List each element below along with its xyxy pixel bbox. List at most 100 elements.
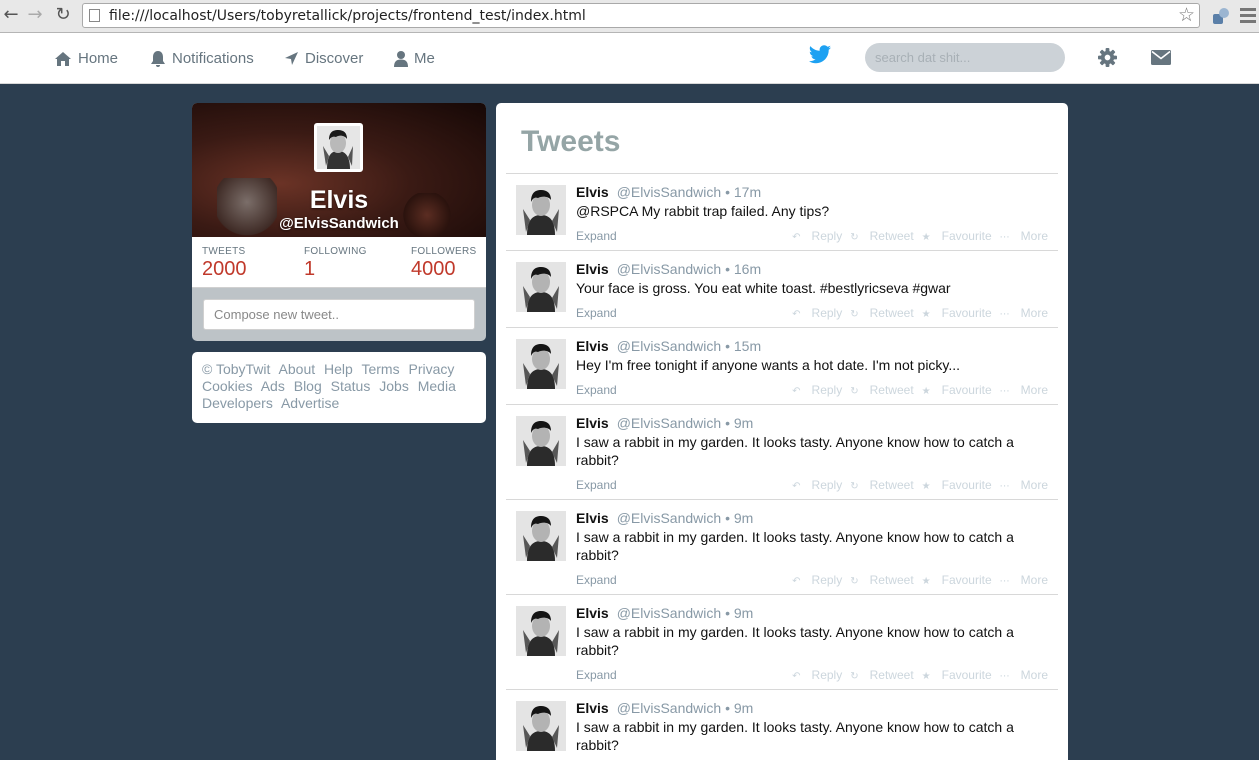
tweet-author-name[interactable]: Elvis xyxy=(576,338,609,354)
tweet-more-button[interactable]: ⋯ More xyxy=(1000,383,1048,397)
tweet-author-name[interactable]: Elvis xyxy=(576,605,609,621)
tweet-reply-button[interactable]: ↶ Reply xyxy=(792,668,842,682)
tweet-avatar[interactable] xyxy=(516,701,566,751)
tweet-author-handle[interactable]: @ElvisSandwich xyxy=(617,338,721,354)
footer-link-jobs[interactable]: Jobs xyxy=(379,378,409,394)
footer-link-about[interactable]: About xyxy=(279,361,316,377)
gear-icon[interactable] xyxy=(1098,48,1117,67)
tweet-more-button[interactable]: ⋯ More xyxy=(1000,573,1048,587)
tweet-more-button[interactable]: ⋯ More xyxy=(1000,306,1048,320)
footer-link-privacy[interactable]: Privacy xyxy=(408,361,454,377)
tweet-expand-link[interactable]: Expand xyxy=(576,668,617,682)
nav-discover[interactable]: Discover xyxy=(284,33,363,84)
nav-notifications[interactable]: Notifications xyxy=(150,33,254,84)
reload-icon[interactable]: ↻ xyxy=(52,4,74,26)
nav-home[interactable]: Home xyxy=(54,33,118,84)
tweet-timestamp[interactable]: • 9m xyxy=(725,510,753,526)
tweet-item[interactable]: Elvis @ElvisSandwich • 9m I saw a rabbit i… xyxy=(506,595,1058,690)
tweet-reply-button[interactable]: ↶ Reply xyxy=(792,573,842,587)
tweet-expand-link[interactable]: Expand xyxy=(576,573,617,587)
footer-link-media[interactable]: Media xyxy=(418,378,456,394)
envelope-icon[interactable] xyxy=(1151,50,1171,65)
tweet-expand-link[interactable]: Expand xyxy=(576,229,617,243)
tweet-item[interactable]: Elvis @ElvisSandwich • 9m I saw a rabbit i… xyxy=(506,405,1058,500)
stat-followers[interactable]: FOLLOWERS 4000 xyxy=(411,246,477,281)
tweet-reply-button[interactable]: ↶ Reply xyxy=(792,383,842,397)
tweet-avatar[interactable] xyxy=(516,262,566,312)
tweet-timestamp[interactable]: • 15m xyxy=(725,338,761,354)
tweet-retweet-button[interactable]: ↻ Retweet xyxy=(850,383,913,397)
tweet-favourite-button[interactable]: ★ Favourite xyxy=(922,478,992,492)
tweet-favourite-button[interactable]: ★ Favourite xyxy=(922,668,992,682)
tweet-more-button[interactable]: ⋯ More xyxy=(1000,229,1048,243)
profile-avatar[interactable] xyxy=(314,123,363,172)
extension-icon[interactable] xyxy=(1211,6,1231,26)
tweet-item[interactable]: Elvis @ElvisSandwich • 17m @RSPCA My rabbi… xyxy=(506,174,1058,251)
tweet-timestamp[interactable]: • 16m xyxy=(725,261,761,277)
tweet-favourite-button[interactable]: ★ Favourite xyxy=(922,306,992,320)
footer-link-help[interactable]: Help xyxy=(324,361,353,377)
tweet-author-handle[interactable]: @ElvisSandwich xyxy=(617,261,721,277)
tweet-author-handle[interactable]: @ElvisSandwich xyxy=(617,605,721,621)
tweet-item[interactable]: Elvis @ElvisSandwich • 9m I saw a rabbit i… xyxy=(506,500,1058,595)
footer-link-cookies[interactable]: Cookies xyxy=(202,378,253,394)
tweet-retweet-button[interactable]: ↻ Retweet xyxy=(850,229,913,243)
tweet-retweet-button[interactable]: ↻ Retweet xyxy=(850,306,913,320)
tweet-retweet-button[interactable]: ↻ Retweet xyxy=(850,668,913,682)
tweet-author-name[interactable]: Elvis xyxy=(576,184,609,200)
reply-arrow-icon: ↶ xyxy=(792,309,801,320)
tweet-author-name[interactable]: Elvis xyxy=(576,700,609,716)
tweet-more-button[interactable]: ⋯ More xyxy=(1000,478,1048,492)
tweet-avatar[interactable] xyxy=(516,416,566,466)
chrome-menu-icon[interactable] xyxy=(1240,6,1256,24)
tweet-timestamp[interactable]: • 9m xyxy=(725,605,753,621)
tweet-reply-button[interactable]: ↶ Reply xyxy=(792,478,842,492)
search-input[interactable] xyxy=(865,43,1065,72)
star-icon[interactable]: ☆ xyxy=(1178,4,1195,26)
back-arrow-icon[interactable]: ← xyxy=(0,4,22,26)
tweet-expand-link[interactable]: Expand xyxy=(576,306,617,320)
tweet-avatar[interactable] xyxy=(516,511,566,561)
stat-tweets[interactable]: TWEETS 2000 xyxy=(202,246,247,281)
tweet-author-handle[interactable]: @ElvisSandwich xyxy=(617,700,721,716)
tweet-more-button[interactable]: ⋯ More xyxy=(1000,668,1048,682)
footer-link-terms[interactable]: Terms xyxy=(361,361,399,377)
tweet-retweet-button[interactable]: ↻ Retweet xyxy=(850,573,913,587)
tweet-author-name[interactable]: Elvis xyxy=(576,261,609,277)
tweet-avatar[interactable] xyxy=(516,185,566,235)
compose-tweet-input[interactable] xyxy=(203,299,475,330)
footer-link-status[interactable]: Status xyxy=(331,378,371,394)
twitter-bird-icon[interactable] xyxy=(808,45,832,65)
footer-link-ads[interactable]: Ads xyxy=(261,378,285,394)
footer-link-advertise[interactable]: Advertise xyxy=(281,395,339,411)
tweet-item[interactable]: Elvis @ElvisSandwich • 15m Hey I'm free to… xyxy=(506,328,1058,405)
address-bar[interactable]: file:///localhost/Users/tobyretallick/pr… xyxy=(82,3,1200,28)
tweet-author-handle[interactable]: @ElvisSandwich xyxy=(617,415,721,431)
tweet-retweet-button[interactable]: ↻ Retweet xyxy=(850,478,913,492)
nav-home-label: Home xyxy=(78,50,119,67)
tweet-author-name[interactable]: Elvis xyxy=(576,510,609,526)
tweet-reply-button[interactable]: ↶ Reply xyxy=(792,229,842,243)
tweet-timestamp[interactable]: • 9m xyxy=(725,415,753,431)
tweet-avatar[interactable] xyxy=(516,339,566,389)
forward-arrow-icon[interactable]: → xyxy=(24,4,46,26)
tweet-timestamp[interactable]: • 9m xyxy=(725,700,753,716)
tweet-author-handle[interactable]: @ElvisSandwich xyxy=(617,184,721,200)
footer-link-developers[interactable]: Developers xyxy=(202,395,273,411)
tweet-favourite-button[interactable]: ★ Favourite xyxy=(922,229,992,243)
tweet-item[interactable]: Elvis @ElvisSandwich • 9m I saw a rabbit i… xyxy=(506,690,1058,760)
tweet-avatar[interactable] xyxy=(516,606,566,656)
tweet-expand-link[interactable]: Expand xyxy=(576,383,617,397)
star-icon: ★ xyxy=(921,232,931,243)
nav-me[interactable]: Me xyxy=(394,33,435,84)
tweet-expand-link[interactable]: Expand xyxy=(576,478,617,492)
tweet-favourite-button[interactable]: ★ Favourite xyxy=(922,573,992,587)
footer-link-blog[interactable]: Blog xyxy=(294,378,322,394)
stat-following[interactable]: FOLLOWING 1 xyxy=(304,246,367,281)
tweet-author-name[interactable]: Elvis xyxy=(576,415,609,431)
tweet-item[interactable]: Elvis @ElvisSandwich • 16m Your face is gr… xyxy=(506,251,1058,328)
tweet-favourite-button[interactable]: ★ Favourite xyxy=(922,383,992,397)
tweet-author-handle[interactable]: @ElvisSandwich xyxy=(617,510,721,526)
tweet-reply-button[interactable]: ↶ Reply xyxy=(792,306,842,320)
tweet-timestamp[interactable]: • 17m xyxy=(725,184,761,200)
